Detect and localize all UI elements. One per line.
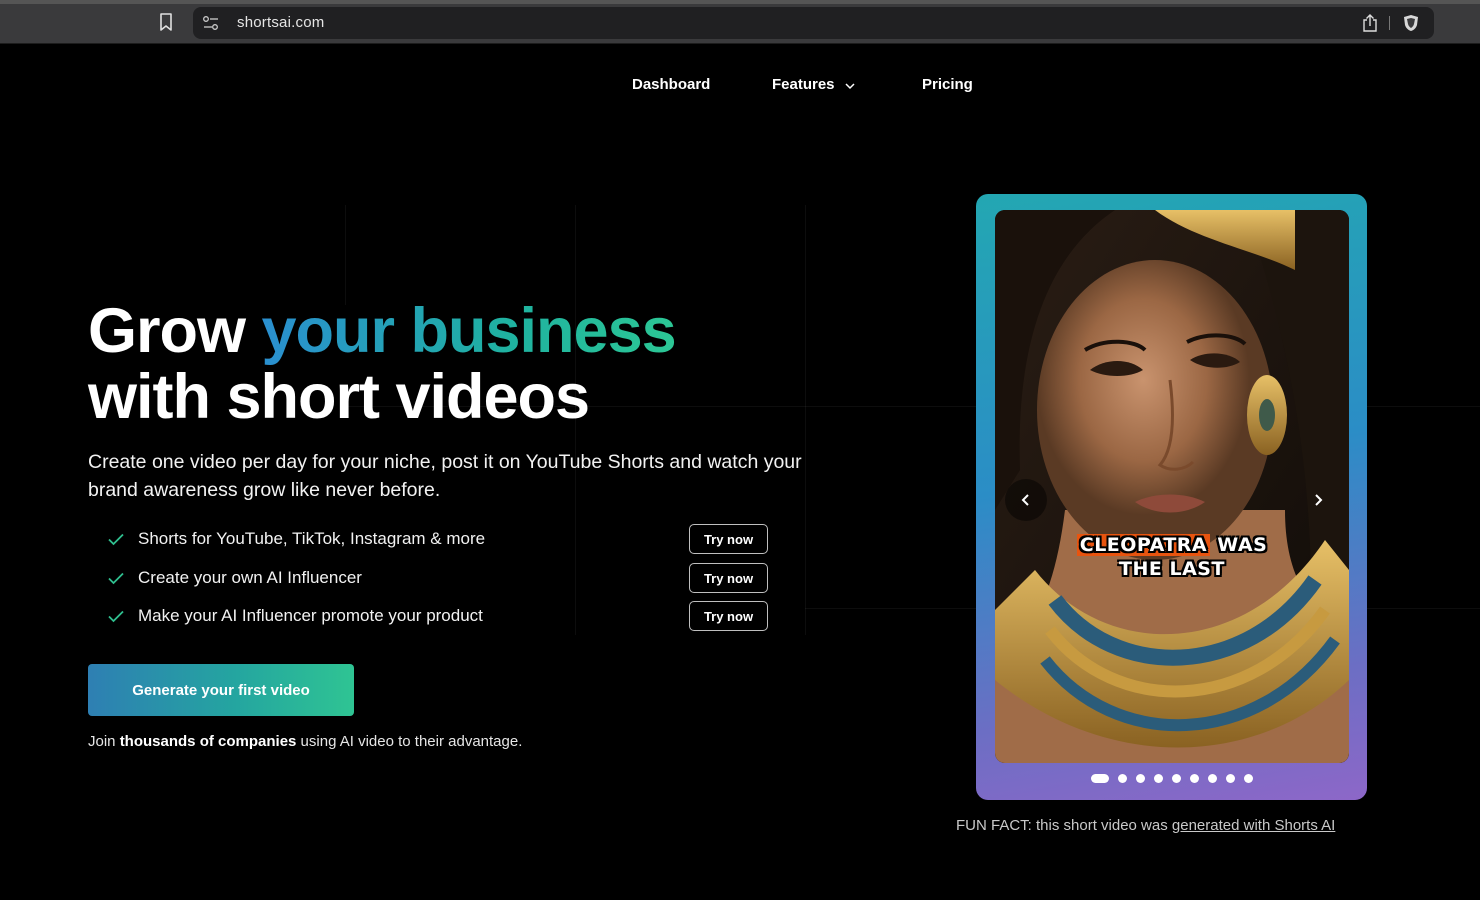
url-text: shortsai.com — [237, 14, 325, 31]
carousel-dot[interactable] — [1153, 774, 1163, 783]
carousel-dot[interactable] — [1207, 774, 1217, 783]
video-carousel: CLEOPATRA WAS THE LAST — [976, 194, 1367, 800]
caption-line1: WAS — [1210, 534, 1268, 556]
chevron-down-icon — [845, 82, 855, 89]
carousel-dot[interactable] — [1171, 774, 1181, 783]
carousel-dot[interactable] — [1117, 774, 1127, 783]
fun-fact-link[interactable]: generated with Shorts AI — [1172, 817, 1335, 834]
carousel-dot[interactable] — [1189, 774, 1199, 783]
social-proof-suffix: using AI video to their advantage. — [296, 733, 523, 750]
generate-video-button[interactable]: Generate your first video — [88, 664, 354, 716]
nav-pricing[interactable]: Pricing — [922, 76, 973, 93]
feature-row: Shorts for YouTube, TikTok, Instagram & … — [106, 524, 768, 554]
feature-label: Shorts for YouTube, TikTok, Instagram & … — [138, 529, 486, 548]
social-proof-text: Join thousands of companies using AI vid… — [88, 733, 522, 750]
hero-title: Grow your business with short videos — [88, 296, 677, 432]
browser-toolbar: shortsai.com — [0, 0, 1480, 44]
grid-line — [805, 205, 806, 635]
nav-features[interactable]: Features — [772, 76, 857, 93]
carousel-dot[interactable] — [1135, 774, 1145, 783]
nav-features-label: Features — [772, 76, 835, 93]
video-caption: CLEOPATRA WAS THE LAST — [995, 533, 1349, 581]
fun-fact-prefix: FUN FACT: this short video was — [956, 817, 1172, 834]
caption-highlight: CLEOPATRA — [1076, 534, 1211, 556]
video-player[interactable]: CLEOPATRA WAS THE LAST — [995, 210, 1349, 763]
share-icon[interactable] — [1362, 14, 1378, 32]
carousel-dots — [976, 774, 1367, 783]
carousel-prev-button[interactable] — [1005, 479, 1047, 521]
feature-label: Make your AI Influencer promote your pro… — [138, 606, 483, 625]
check-icon — [108, 572, 124, 585]
hero-title-prefix: Grow — [88, 296, 262, 366]
chevron-left-icon — [1021, 494, 1029, 506]
nav-dashboard[interactable]: Dashboard — [632, 76, 710, 93]
chevron-right-icon — [1315, 494, 1323, 506]
carousel-dot[interactable] — [1090, 774, 1109, 783]
feature-row: Make your AI Influencer promote your pro… — [106, 601, 768, 631]
hero-subtitle: Create one video per day for your niche,… — [88, 451, 802, 501]
social-proof-prefix: Join — [88, 733, 120, 750]
social-proof-bold: thousands of companies — [119, 733, 297, 750]
carousel-dot[interactable] — [1225, 774, 1235, 783]
try-now-button[interactable]: Try now — [689, 563, 768, 593]
hero-title-accent: your business — [261, 296, 677, 366]
feature-label: Create your own AI Influencer — [138, 568, 362, 587]
carousel-dot[interactable] — [1243, 774, 1253, 783]
check-icon — [108, 533, 124, 546]
address-bar[interactable]: shortsai.com — [193, 7, 1434, 39]
feature-row: Create your own AI Influencer Try now — [106, 563, 768, 593]
fun-fact-text: FUN FACT: this short video was generated… — [956, 817, 1335, 834]
carousel-next-button[interactable] — [1297, 479, 1339, 521]
hero-title-line2: with short videos — [88, 362, 590, 432]
caption-line2: THE LAST — [1119, 558, 1225, 580]
try-now-button[interactable]: Try now — [689, 601, 768, 631]
try-now-button[interactable]: Try now — [689, 524, 768, 554]
video-thumbnail-image — [995, 210, 1349, 763]
brave-shield-icon[interactable] — [1402, 14, 1420, 32]
url-divider — [1389, 16, 1390, 30]
site-settings-icon[interactable] — [202, 15, 220, 31]
grid-line — [345, 205, 346, 305]
check-icon — [108, 610, 124, 623]
bookmark-icon[interactable] — [156, 12, 176, 32]
